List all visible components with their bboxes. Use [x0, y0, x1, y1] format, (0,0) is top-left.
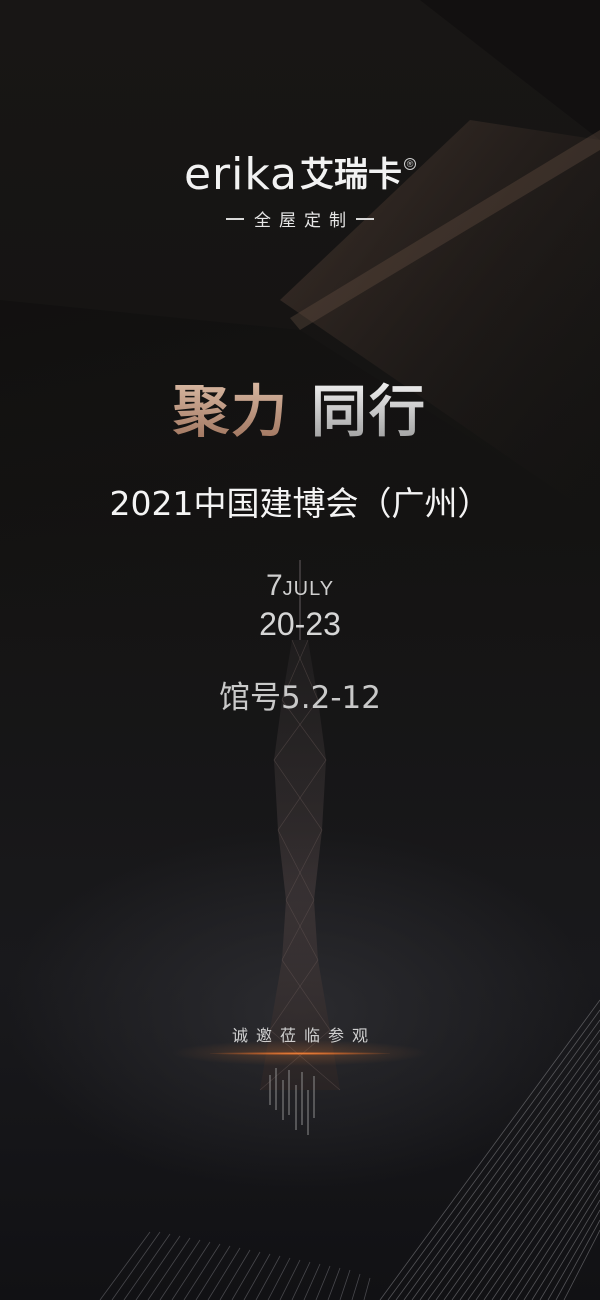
month-name: JULY [282, 578, 335, 600]
brand-logo: erika 艾瑞卡 ® 全屋定制 [0, 150, 600, 231]
tagline-right-dash [356, 217, 374, 220]
event-date-range: 20-23 [259, 606, 341, 642]
registered-mark-icon: ® [404, 158, 417, 170]
headline-part-b: 同行 [311, 380, 427, 445]
headline-part-a: 聚力 [173, 380, 289, 445]
headline: 聚力 同行 [0, 378, 600, 448]
brand-tagline: 全屋定制 [0, 206, 600, 231]
logo-row: erika 艾瑞卡 ® [183, 149, 417, 200]
tagline-text: 全屋定制 [254, 211, 354, 231]
month-number: 7 [265, 569, 283, 602]
poster: erika 艾瑞卡 ® 全屋定制 聚力 同行 2021中国建博会（广州） 7JUL… [0, 0, 600, 1300]
hall-number: 馆号5.2-12 [219, 680, 381, 716]
brand-latin-name: erika [183, 149, 299, 200]
brand-chinese-name: 艾瑞卡 [300, 155, 403, 195]
dark-wedge [0, 0, 600, 140]
wave-line-pattern [99, 1231, 371, 1300]
tagline-left-dash [226, 217, 244, 220]
orange-glow-line [210, 1052, 390, 1055]
event-title: 2021中国建博会（广州） [109, 484, 491, 523]
